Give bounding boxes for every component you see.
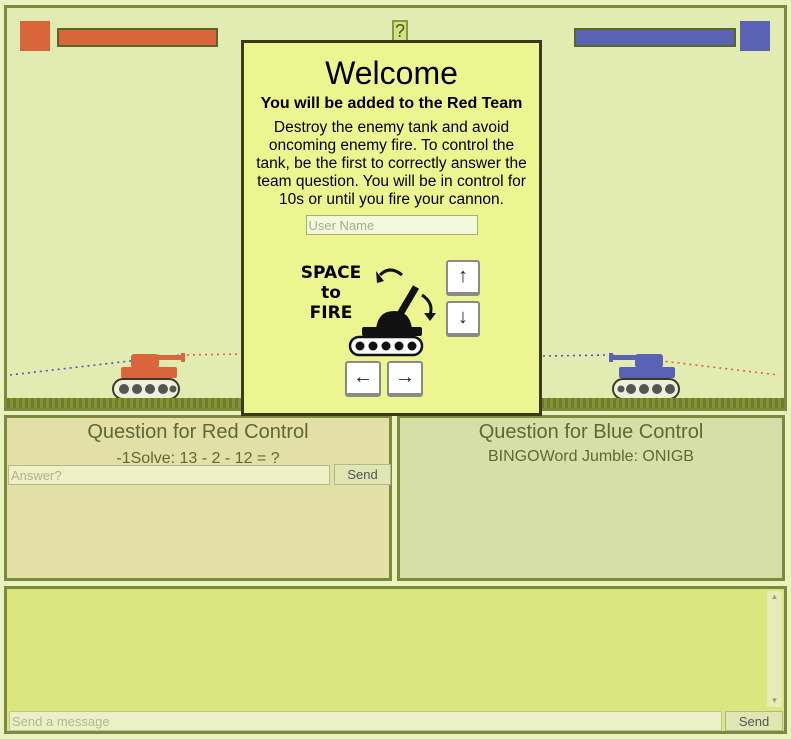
instructions-text: Destroy the enemy tank and avoid oncomin… bbox=[256, 119, 527, 208]
blue-question-panel: Question for Blue Control BINGOWord Jumb… bbox=[397, 415, 785, 581]
chat-panel: ▲ ▼ Send bbox=[4, 586, 787, 734]
blue-question-title: Question for Blue Control bbox=[478, 421, 704, 443]
chat-send-button[interactable]: Send bbox=[725, 711, 783, 731]
answer-send-button[interactable]: Send bbox=[334, 464, 391, 485]
key-right-icon: → bbox=[387, 361, 423, 397]
chat-scrollbar[interactable]: ▲ ▼ bbox=[767, 591, 782, 707]
blue-tank bbox=[609, 353, 680, 400]
red-tank bbox=[112, 353, 185, 400]
blue-aim-line-near bbox=[542, 354, 613, 357]
key-up-icon: ↑ bbox=[446, 260, 480, 296]
scroll-down-icon[interactable]: ▼ bbox=[767, 695, 782, 707]
key-left-icon: ← bbox=[345, 361, 381, 397]
welcome-title: Welcome bbox=[325, 55, 458, 91]
tank-control-icon bbox=[348, 268, 436, 357]
scroll-up-icon[interactable]: ▲ bbox=[767, 591, 782, 603]
answer-input[interactable] bbox=[8, 465, 330, 485]
message-input[interactable] bbox=[9, 711, 722, 731]
red-aim-line-near bbox=[180, 353, 248, 356]
red-question-title: Question for Red Control bbox=[87, 421, 309, 443]
key-down-icon: ↓ bbox=[446, 301, 480, 337]
team-notice: You will be added to the Red Team bbox=[260, 95, 523, 112]
username-input[interactable] bbox=[305, 215, 478, 235]
welcome-dialog: Welcome You will be added to the Red Tea… bbox=[241, 40, 542, 416]
red-question-panel: Question for Red Control -1Solve: 13 - 2… bbox=[4, 415, 392, 581]
blue-question-text: BINGOWord Jumble: ONIGB bbox=[488, 448, 694, 465]
